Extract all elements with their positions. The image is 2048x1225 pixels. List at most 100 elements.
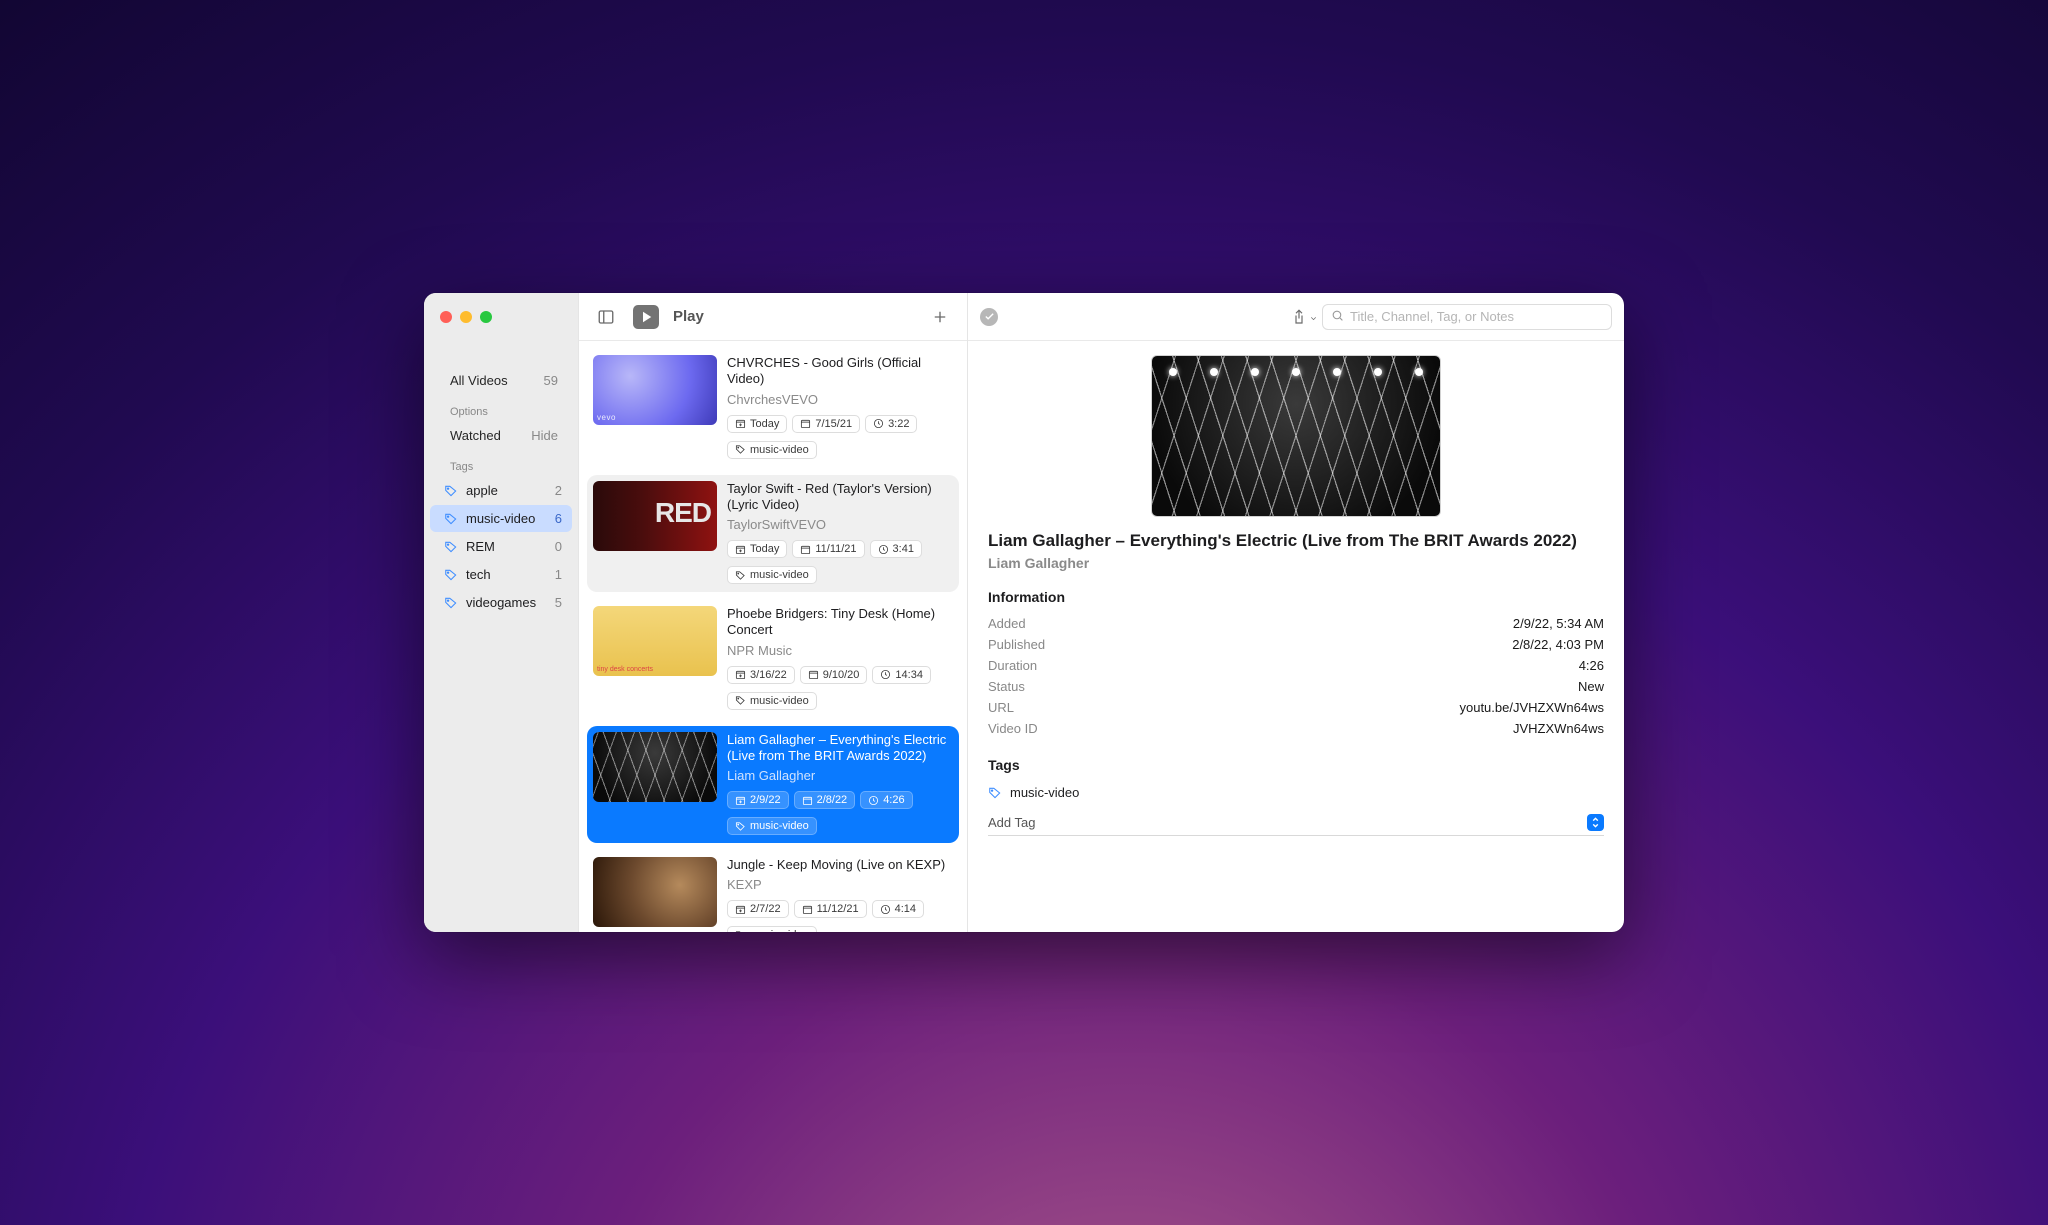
- duration-pill: 3:41: [870, 540, 922, 558]
- tag-icon: [444, 484, 458, 498]
- add-video-button[interactable]: [927, 305, 953, 329]
- add-tag-dropdown-button[interactable]: [1587, 814, 1604, 831]
- sidebar-section-options: Options: [430, 396, 572, 420]
- add-tag-input[interactable]: [988, 815, 1587, 830]
- video-channel: Liam Gallagher: [727, 768, 953, 783]
- detail-title: Liam Gallagher – Everything's Electric (…: [988, 531, 1604, 551]
- sidebar-item-watched[interactable]: Watched Hide: [430, 422, 572, 449]
- video-thumbnail: [593, 606, 717, 676]
- tag-count: 6: [555, 511, 562, 526]
- video-list-item[interactable]: Phoebe Bridgers: Tiny Desk (Home) Concer…: [587, 600, 959, 718]
- tag-pill: music-video: [727, 441, 817, 459]
- info-row-videoid: Video IDJVHZXWn64ws: [988, 718, 1604, 739]
- sidebar-section-tags: Tags: [430, 451, 572, 475]
- video-thumbnail: [593, 857, 717, 927]
- detail-channel: Liam Gallagher: [988, 555, 1604, 571]
- tag-icon: [444, 540, 458, 554]
- video-thumbnail: [593, 732, 717, 802]
- info-row-url: URLyoutu.be/JVHZXWn64ws: [988, 697, 1604, 718]
- app-window: All Videos 59 Options Watched Hide Tags …: [424, 293, 1624, 932]
- video-list-item[interactable]: Liam Gallagher – Everything's Electric (…: [587, 726, 959, 844]
- fullscreen-window-button[interactable]: [480, 311, 492, 323]
- tag-pill: music-video: [727, 926, 817, 932]
- tag-label: videogames: [466, 595, 536, 610]
- video-channel: KEXP: [727, 877, 953, 892]
- added-date-pill: Today: [727, 540, 787, 558]
- tag-label: apple: [466, 483, 498, 498]
- added-date-pill: 2/9/22: [727, 791, 789, 809]
- sidebar: All Videos 59 Options Watched Hide Tags …: [424, 293, 578, 932]
- detail-thumbnail: [1151, 355, 1441, 517]
- tag-icon: [444, 512, 458, 526]
- sidebar-tag-tech[interactable]: tech1: [430, 561, 572, 588]
- duration-pill: 3:22: [865, 415, 917, 433]
- video-channel: ChvrchesVEVO: [727, 392, 953, 407]
- list-toolbar: Play: [579, 293, 967, 341]
- watched-label: Watched: [450, 428, 501, 443]
- mark-watched-button[interactable]: [980, 308, 998, 326]
- add-tag-field[interactable]: [988, 810, 1604, 836]
- tag-icon: [988, 786, 1002, 800]
- close-window-button[interactable]: [440, 311, 452, 323]
- all-videos-count: 59: [544, 373, 558, 388]
- tag-count: 1: [555, 567, 562, 582]
- tag-icon: [444, 596, 458, 610]
- added-date-pill: Today: [727, 415, 787, 433]
- video-title: Jungle - Keep Moving (Live on KEXP): [727, 857, 953, 873]
- video-list[interactable]: CHVRCHES - Good Girls (Official Video) Ch…: [579, 341, 967, 932]
- video-list-item[interactable]: Jungle - Keep Moving (Live on KEXP) KEXP 2…: [587, 851, 959, 932]
- search-field[interactable]: [1322, 304, 1612, 330]
- duration-pill: 4:14: [872, 900, 924, 918]
- video-channel: TaylorSwiftVEVO: [727, 517, 953, 532]
- share-button[interactable]: [1286, 305, 1312, 329]
- video-thumbnail: [593, 481, 717, 551]
- published-date-pill: 11/11/21: [792, 540, 864, 558]
- info-row-duration: Duration4:26: [988, 655, 1604, 676]
- watched-hide-toggle[interactable]: Hide: [531, 428, 558, 443]
- info-row-added: Added2/9/22, 5:34 AM: [988, 613, 1604, 634]
- video-list-item[interactable]: CHVRCHES - Good Girls (Official Video) Ch…: [587, 349, 959, 467]
- tag-count: 2: [555, 483, 562, 498]
- video-title: Liam Gallagher – Everything's Electric (…: [727, 732, 953, 765]
- sidebar-item-all-videos[interactable]: All Videos 59: [430, 367, 572, 394]
- toggle-sidebar-button[interactable]: [593, 305, 619, 329]
- video-channel: NPR Music: [727, 643, 953, 658]
- published-date-pill: 2/8/22: [794, 791, 856, 809]
- added-date-pill: 2/7/22: [727, 900, 789, 918]
- tag-pill: music-video: [727, 566, 817, 584]
- tag-label: REM: [466, 539, 495, 554]
- info-row-published: Published2/8/22, 4:03 PM: [988, 634, 1604, 655]
- detail-tags-header: Tags: [988, 757, 1604, 773]
- video-title: Phoebe Bridgers: Tiny Desk (Home) Concer…: [727, 606, 953, 639]
- play-button[interactable]: [633, 305, 659, 329]
- minimize-window-button[interactable]: [460, 311, 472, 323]
- search-input[interactable]: [1350, 309, 1603, 324]
- video-title: Taylor Swift - Red (Taylor's Version) (L…: [727, 481, 953, 514]
- tag-count: 0: [555, 539, 562, 554]
- added-date-pill: 3/16/22: [727, 666, 795, 684]
- duration-pill: 4:26: [860, 791, 912, 809]
- tag-icon: [444, 568, 458, 582]
- published-date-pill: 7/15/21: [792, 415, 860, 433]
- sidebar-tag-REM[interactable]: REM 0: [430, 533, 572, 560]
- tag-pill: music-video: [727, 692, 817, 710]
- tag-pill: music-video: [727, 817, 817, 835]
- all-videos-label: All Videos: [450, 373, 508, 388]
- detail-tag-item[interactable]: music-video: [988, 781, 1604, 804]
- video-list-column: Play CHVRCHES - Good Girls (Official Vid…: [578, 293, 968, 932]
- published-date-pill: 9/10/20: [800, 666, 868, 684]
- sidebar-tag-apple[interactable]: apple 2: [430, 477, 572, 504]
- toolbar-title: Play: [673, 308, 704, 325]
- detail-toolbar: [968, 293, 1624, 341]
- video-list-item[interactable]: Taylor Swift - Red (Taylor's Version) (L…: [587, 475, 959, 593]
- duration-pill: 14:34: [872, 666, 931, 684]
- search-icon: [1331, 309, 1344, 325]
- video-title: CHVRCHES - Good Girls (Official Video): [727, 355, 953, 388]
- sidebar-tag-videogames[interactable]: videogames 5: [430, 589, 572, 616]
- detail-info-header: Information: [988, 589, 1604, 605]
- tag-count: 5: [555, 595, 562, 610]
- detail-panel: Liam Gallagher – Everything's Electric (…: [968, 293, 1624, 932]
- sidebar-tag-music-video[interactable]: music-video6: [430, 505, 572, 532]
- window-controls: [424, 297, 578, 337]
- video-thumbnail: [593, 355, 717, 425]
